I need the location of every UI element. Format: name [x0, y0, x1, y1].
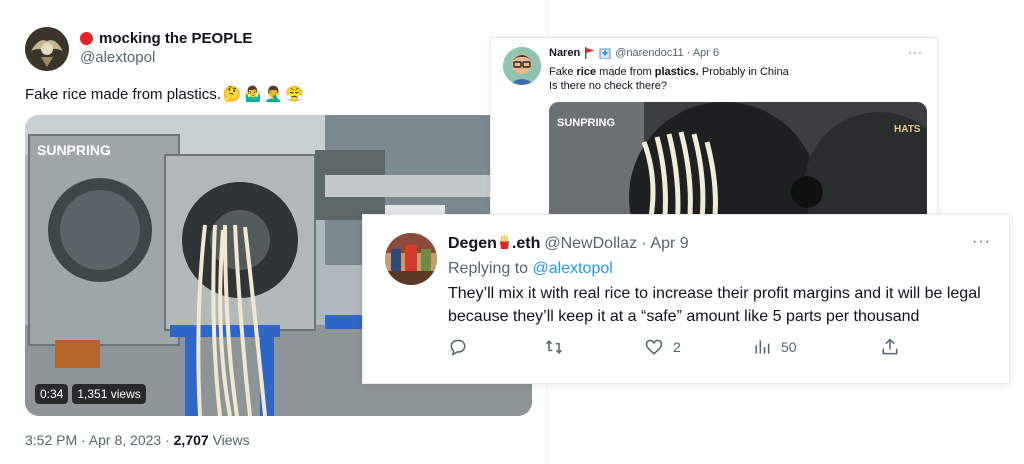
thinking-face-icon: 🤔 — [222, 85, 242, 103]
tweet-text-body: Fake rice made from plastics. — [25, 86, 221, 103]
video-views: 1,351 views — [72, 384, 146, 404]
video-player[interactable]: SUNPRING HATS — [549, 102, 927, 228]
tweet-meta: 3:52 PM · Apr 8, 2023 · 2,707 Views — [25, 432, 250, 448]
more-options-button[interactable]: ··· — [972, 233, 991, 251]
tweet-time[interactable]: 3:52 PM · Apr 8, 2023 · — [25, 432, 170, 448]
user-handle[interactable]: @alextopol — [80, 49, 155, 66]
more-options-button[interactable]: ··· — [908, 45, 923, 59]
hats-logo: HATS — [894, 124, 921, 135]
avatar[interactable] — [25, 27, 69, 71]
text-part: Probably in China — [698, 66, 789, 78]
avatar[interactable] — [385, 233, 437, 285]
video-watermark: SUNPRING — [37, 142, 111, 158]
avatar[interactable] — [503, 47, 541, 85]
video-frame: SUNPRING HATS — [549, 102, 927, 228]
display-name[interactable]: Degen .eth — [448, 235, 540, 253]
flag-icon — [585, 47, 595, 59]
user-handle-date[interactable]: @NewDollaz · Apr 9 — [544, 235, 688, 253]
reply-tweet[interactable]: Degen .eth @NewDollaz · Apr 9 ··· Replyin… — [362, 214, 1010, 384]
action-bar: 2 50 — [448, 337, 908, 359]
text-bold: plastics. — [654, 66, 699, 78]
avatar-image — [25, 27, 69, 71]
replying-to-label: Replying to — [448, 260, 533, 277]
display-name-prefix: Degen — [448, 235, 497, 252]
retweet-icon — [545, 340, 563, 354]
video-badge: 0:34 1,351 views — [35, 384, 146, 404]
like-count: 2 — [673, 339, 681, 355]
user-handle-date[interactable]: @narendoc11 · Apr 6 — [615, 47, 719, 59]
avatar-image — [385, 233, 437, 285]
quoted-tweet[interactable]: Naren @narendoc11 · Apr 6 ··· Fake rice … — [490, 37, 938, 228]
video-watermark: SUNPRING — [557, 117, 615, 129]
shrug-icon: 🤷‍♂️ — [243, 85, 263, 103]
text-bold: rice — [576, 66, 597, 78]
display-name-row[interactable]: mocking the PEOPLE — [80, 30, 252, 47]
share-icon — [882, 338, 898, 355]
facepalm-icon: 🤦‍♂️ — [264, 85, 283, 103]
angry-face-icon: 😤 — [284, 85, 304, 103]
display-name-suffix: .eth — [511, 235, 541, 252]
fries-icon — [499, 235, 509, 249]
tweet-text: They’ll mix it with real rice to increas… — [448, 285, 981, 325]
red-circle-icon — [80, 32, 93, 45]
text-part: Fake — [549, 66, 577, 78]
views-count: 50 — [781, 339, 797, 355]
tweet-header: Degen .eth @NewDollaz · Apr 9 — [448, 235, 689, 253]
replying-to: Replying to @alextopol — [448, 260, 613, 278]
text-part: made from — [596, 66, 655, 78]
views-count: 2,707 — [173, 432, 209, 448]
avatar-image — [503, 47, 541, 85]
hospital-icon — [599, 48, 611, 59]
reply-icon — [450, 339, 466, 357]
display-name[interactable]: mocking the PEOPLE — [99, 30, 252, 47]
views-label: Views — [212, 432, 250, 448]
share-button[interactable] — [880, 337, 909, 357]
reply-button[interactable] — [448, 337, 477, 357]
tweet-header: Naren @narendoc11 · Apr 6 — [549, 47, 719, 59]
text-line-2: Is there no check there? — [549, 80, 668, 92]
views-button[interactable]: 50 — [752, 337, 797, 357]
replying-to-link[interactable]: @alextopol — [533, 260, 613, 277]
tweet-text: Fake rice made from plastics. Probably i… — [549, 65, 919, 93]
retweet-button[interactable] — [544, 337, 573, 357]
views-icon — [755, 340, 770, 354]
display-name[interactable]: Naren — [549, 47, 580, 59]
heart-icon — [645, 339, 663, 355]
tweet-text: Fake rice made from plastics. 🤔 🤷‍♂️ 🤦‍♂… — [25, 86, 304, 103]
like-button[interactable]: 2 — [644, 337, 681, 357]
video-duration: 0:34 — [35, 384, 69, 404]
